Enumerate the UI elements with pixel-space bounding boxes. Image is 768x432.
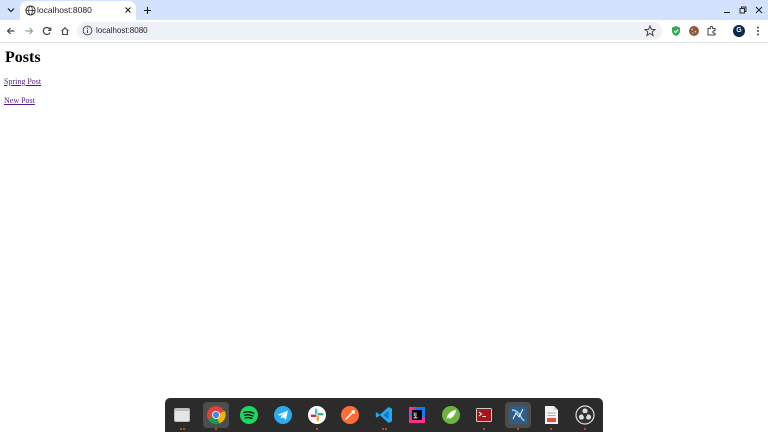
shield-extension-icon[interactable] [670, 25, 682, 37]
reload-button[interactable] [40, 24, 54, 38]
dock-telegram[interactable] [272, 404, 294, 426]
profile-avatar[interactable]: G [733, 25, 745, 37]
spring-icon [442, 406, 460, 424]
tab-close-button[interactable] [123, 5, 133, 15]
page-content: Posts Spring Post New Post [0, 44, 768, 432]
running-indicator [180, 428, 182, 430]
dock-mysql-workbench[interactable] [505, 402, 531, 430]
minimize-button[interactable] [720, 3, 734, 17]
dock-obs[interactable] [574, 404, 596, 430]
chevron-down-icon [7, 8, 15, 13]
reload-icon [42, 26, 52, 36]
back-button[interactable] [4, 24, 18, 38]
page-title: Posts [5, 49, 41, 66]
minimize-icon [724, 12, 730, 13]
profile-initial: G [736, 27, 742, 34]
close-icon [755, 6, 763, 14]
dock-files[interactable] [171, 404, 193, 430]
info-icon[interactable] [82, 25, 93, 36]
running-indicator [215, 428, 217, 430]
svg-text:IJ: IJ [413, 412, 417, 418]
intellij-icon: IJ [409, 407, 425, 423]
chrome-icon [207, 406, 226, 425]
arrow-right-icon [25, 27, 34, 35]
dock-slack[interactable] [306, 404, 328, 430]
slack-icon [308, 406, 326, 424]
window-close-button[interactable] [752, 3, 766, 17]
vscode-icon [375, 407, 392, 423]
running-indicator [550, 428, 552, 430]
extensions-puzzle-icon[interactable] [706, 25, 718, 37]
kebab-menu-icon[interactable] [752, 25, 764, 37]
terminal-icon [476, 408, 492, 422]
tab-search-button[interactable] [4, 3, 18, 17]
tab-title: localhost:8080 [37, 5, 92, 15]
restore-button[interactable] [736, 3, 750, 17]
text-editor-icon [545, 406, 558, 424]
bookmark-star-icon[interactable] [644, 25, 656, 37]
forward-button[interactable] [22, 24, 36, 38]
running-indicator [584, 428, 586, 430]
new-tab-button[interactable] [140, 3, 154, 17]
cookie-extension-icon[interactable] [688, 25, 700, 37]
files-icon [174, 408, 190, 422]
dock-chrome[interactable] [203, 402, 229, 430]
running-indicator [382, 428, 384, 430]
dock-intellij[interactable]: IJ [406, 404, 428, 426]
dock-spring[interactable] [440, 404, 462, 426]
running-indicator [385, 428, 387, 430]
close-icon [125, 7, 131, 13]
restore-icon [739, 6, 747, 14]
dock: IJ [165, 398, 603, 432]
mysql-workbench-icon [509, 406, 527, 424]
home-icon [61, 27, 69, 36]
post-link-spring[interactable]: Spring Post [4, 76, 41, 87]
telegram-icon [274, 406, 292, 424]
dock-vscode[interactable] [373, 404, 395, 430]
dock-spotify[interactable] [238, 404, 260, 426]
running-indicator [517, 428, 519, 430]
spotify-icon [240, 406, 258, 424]
arrow-left-icon [6, 27, 15, 35]
tab-strip: localhost:8080 [0, 0, 768, 20]
dock-terminal[interactable] [473, 404, 495, 430]
running-indicator [483, 428, 485, 430]
address-bar[interactable]: localhost:8080 [77, 22, 662, 40]
plus-icon [143, 6, 151, 14]
home-button[interactable] [58, 24, 72, 38]
obs-icon [575, 405, 595, 425]
new-post-link[interactable]: New Post [4, 95, 35, 106]
dock-text-editor[interactable] [540, 404, 562, 430]
browser-toolbar: localhost:8080 G [0, 20, 768, 43]
url-text: localhost:8080 [96, 26, 148, 35]
browser-tab[interactable]: localhost:8080 [20, 1, 136, 20]
running-indicator [183, 428, 185, 430]
dock-postman[interactable] [339, 404, 361, 426]
postman-icon [341, 406, 359, 424]
globe-icon [25, 5, 36, 16]
running-indicator [316, 428, 318, 430]
